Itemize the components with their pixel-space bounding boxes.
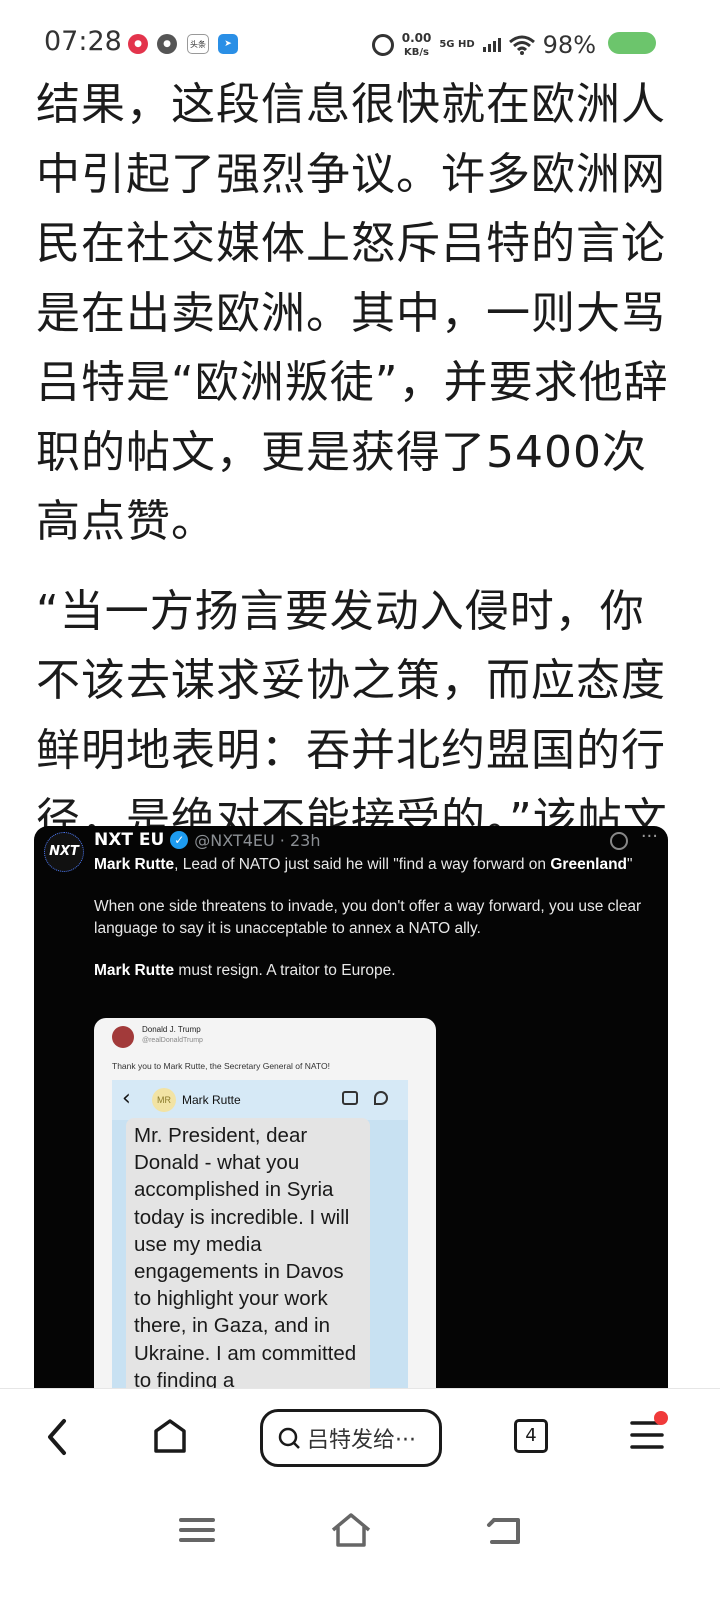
notification-news-icon: 头条 <box>187 34 209 54</box>
wifi-icon <box>508 35 535 55</box>
chat-message-bubble: Mr. President, dear Donald - what you ac… <box>126 1118 370 1396</box>
quoted-author-handle: @realDonaldTrump <box>142 1037 203 1044</box>
back-icon[interactable] <box>38 1411 78 1463</box>
notification-dot <box>654 1411 668 1425</box>
tweet-handle: @NXT4EU · 23h <box>194 830 321 850</box>
phone-icon <box>374 1091 388 1105</box>
chat-back-icon: ‹ <box>122 1086 131 1111</box>
search-bar[interactable]: 吕特发给··· <box>260 1409 442 1467</box>
embedded-tweet-image[interactable]: NXT NXT EU ✓ @NXT4EU · 23h ··· Mark Rutt… <box>34 826 668 1396</box>
signal-icon <box>482 38 501 52</box>
verified-icon: ✓ <box>170 831 189 849</box>
more-icon: ··· <box>640 826 658 847</box>
system-home-icon[interactable] <box>330 1510 372 1550</box>
tweet-header: NXT EU ✓ @NXT4EU · 23h <box>94 830 320 850</box>
notification-app-icon: ● <box>128 34 148 54</box>
status-time: 07:28 <box>44 26 122 57</box>
alarm-icon <box>371 34 394 56</box>
search-icon <box>278 1427 300 1449</box>
network-speed: 0.00 KB/s <box>401 30 432 58</box>
quoted-post-card: Donald J. Trump @realDonaldTrump Thank y… <box>94 1018 436 1396</box>
chat-header: ‹ MR Mark Rutte <box>112 1080 408 1120</box>
tweet-text: Mark Rutte, Lead of NATO just said he wi… <box>94 856 642 979</box>
network-type: 5G HD <box>439 39 475 50</box>
chat-contact-name: Mark Rutte <box>182 1093 241 1107</box>
chat-avatar: MR <box>152 1088 176 1112</box>
system-back-icon[interactable] <box>486 1510 528 1550</box>
battery-percent: 98% <box>542 31 596 59</box>
trump-avatar <box>112 1026 134 1048</box>
recent-apps-icon[interactable] <box>176 1510 218 1550</box>
notification-avatar-icon: ● <box>157 34 177 54</box>
status-indicators: 0.00 KB/s 5G HD 98% <box>371 30 596 60</box>
system-navigation-bar <box>0 1488 720 1608</box>
quoted-post-text: Thank you to Mark Rutte, the Secretary G… <box>112 1061 330 1071</box>
video-call-icon <box>342 1091 358 1105</box>
notification-telegram-icon: ➤ <box>218 34 238 54</box>
tweet-author-name: NXT EU <box>94 830 165 850</box>
chat-screenshot: ‹ MR Mark Rutte Mr. President, dear Dona… <box>112 1080 408 1396</box>
home-icon[interactable] <box>152 1419 188 1453</box>
article-body: 结果，这段信息很快就在欧洲人中引起了强烈争议。许多欧洲网民在社交媒体上怒斥吕特的… <box>36 70 676 924</box>
tabs-button[interactable]: 4 <box>514 1419 548 1453</box>
article-paragraph: 结果，这段信息很快就在欧洲人中引起了强烈争议。许多欧洲网民在社交媒体上怒斥吕特的… <box>36 79 669 547</box>
grok-icon <box>610 832 628 850</box>
browser-bottom-bar: 吕特发给··· 4 <box>0 1388 720 1488</box>
quoted-author-name: Donald J. Trump <box>142 1025 201 1034</box>
battery-icon <box>608 32 656 54</box>
tweet-avatar: NXT <box>44 832 84 872</box>
search-query: 吕特发给··· <box>307 1428 416 1453</box>
